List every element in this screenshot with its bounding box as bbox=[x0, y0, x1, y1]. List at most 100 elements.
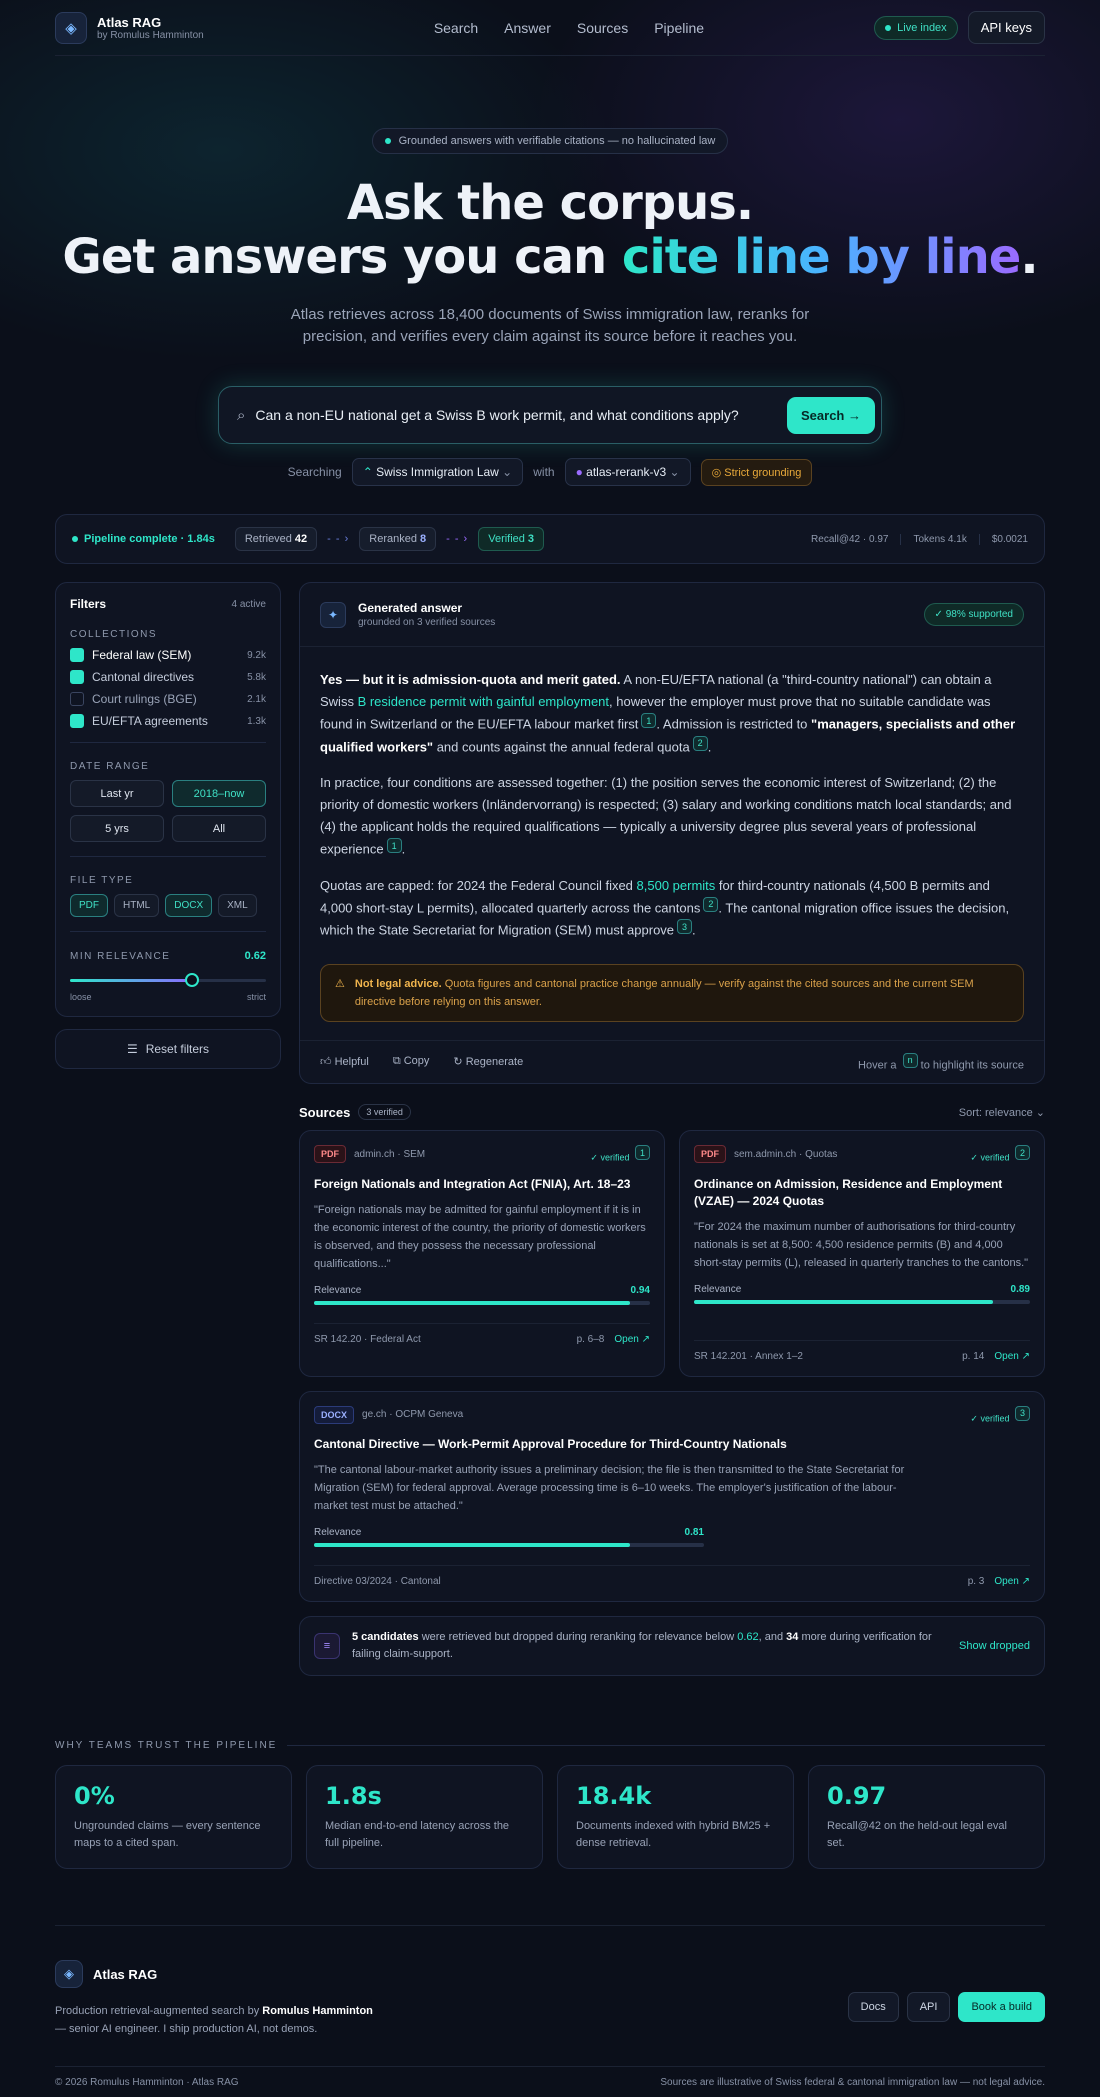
citation-hint: Hover a n to highlight its source bbox=[858, 1052, 1024, 1071]
refresh-icon: ↻ bbox=[453, 1056, 463, 1069]
layers-icon: ◈ bbox=[55, 11, 87, 44]
date-5-years[interactable]: 5 yrs bbox=[70, 815, 164, 842]
nav-link-answer[interactable]: Answer bbox=[504, 20, 551, 36]
verified-badge: ✓ verified 2 bbox=[970, 1145, 1030, 1164]
source-number: 3 bbox=[1015, 1405, 1030, 1421]
docs-button[interactable]: Docs bbox=[847, 1992, 899, 2022]
open-source-link[interactable]: Open ↗ bbox=[614, 1334, 650, 1345]
type-xml[interactable]: XML bbox=[218, 894, 257, 917]
stat-card: 0.97 Recall@42 on the held-out legal eval… bbox=[808, 1765, 1045, 1869]
nav-link-sources[interactable]: Sources bbox=[577, 20, 628, 36]
hero: Grounded answers with verifiable citatio… bbox=[55, 56, 1045, 486]
dropped-threshold: 0.62 bbox=[737, 1631, 759, 1643]
checkbox[interactable] bbox=[70, 648, 84, 662]
source-title: Cantonal Directive — Work-Permit Approva… bbox=[314, 1437, 787, 1451]
collection-eu-efta[interactable]: EU/EFTA agreements 1.3k bbox=[70, 714, 266, 728]
source-number: 1 bbox=[635, 1145, 650, 1160]
citation-2[interactable]: 2 bbox=[692, 735, 708, 751]
source-card[interactable]: PDF admin.ch · SEM ✓ verified 1 Foreign Na… bbox=[299, 1130, 665, 1377]
collection-federal[interactable]: Federal law (SEM) 9.2k bbox=[70, 648, 266, 662]
slider-handle[interactable] bbox=[184, 973, 199, 987]
tag-dot-icon bbox=[384, 138, 391, 144]
file-type-badge: PDF bbox=[694, 1145, 726, 1164]
citation-1[interactable]: 1 bbox=[386, 838, 402, 853]
relevance-label: Relevance bbox=[314, 1527, 362, 1538]
relevance-value: 0.81 bbox=[684, 1527, 704, 1538]
type-html[interactable]: HTML bbox=[114, 894, 160, 917]
answer-subtitle: grounded on 3 verified sources bbox=[358, 617, 496, 628]
copy-button[interactable]: ⧉ Copy bbox=[393, 1055, 430, 1068]
checkbox[interactable] bbox=[70, 692, 84, 706]
min-relevance-label: MIN RELEVANCE bbox=[70, 950, 171, 962]
relevance-slider[interactable] bbox=[70, 972, 266, 988]
open-source-link[interactable]: Open ↗ bbox=[994, 1351, 1030, 1362]
date-last-year[interactable]: Last yr bbox=[70, 780, 164, 807]
collection-icon: ⌃ bbox=[362, 465, 373, 479]
trust-title: WHY TEAMS TRUST THE PIPELINE bbox=[55, 1740, 278, 1751]
source-quote: "For 2024 the maximum number of authoris… bbox=[694, 1220, 1029, 1269]
relevance-bar-fill bbox=[314, 1543, 630, 1547]
footer-description: Production retrieval-augmented search by… bbox=[55, 2002, 385, 2038]
helpful-label: Helpful bbox=[334, 1056, 369, 1069]
book-build-button[interactable]: Book a build bbox=[958, 1992, 1045, 2022]
status-dot-icon bbox=[72, 536, 78, 542]
type-docx[interactable]: DOCX bbox=[165, 894, 213, 917]
search-button[interactable]: Search → bbox=[787, 396, 875, 434]
brand[interactable]: ◈ Atlas RAG by Romulus Hamminton bbox=[55, 11, 204, 44]
collection-select[interactable]: ⌃ Swiss Immigration Law ⌄ bbox=[351, 458, 524, 486]
citation-2[interactable]: 2 bbox=[703, 896, 719, 912]
footer-author: Romulus Hamminton bbox=[262, 2005, 373, 2017]
open-source-link[interactable]: Open ↗ bbox=[994, 1576, 1030, 1587]
checkbox[interactable] bbox=[70, 670, 84, 684]
stat-number: 18.4k bbox=[576, 1782, 652, 1810]
collection-court[interactable]: Court rulings (BGE) 2.1k bbox=[70, 692, 266, 706]
stage-label: Verified bbox=[488, 533, 525, 545]
citation-3[interactable]: 3 bbox=[677, 919, 693, 934]
relevance-bar-fill bbox=[694, 1299, 994, 1304]
search-bar[interactable]: ⌕ Can a non-EU national get a Swiss B wo… bbox=[218, 386, 882, 444]
dashed-arrow-icon: - - › bbox=[446, 533, 469, 545]
type-pdf[interactable]: PDF bbox=[70, 894, 108, 917]
verified-badge: ✓ verified 3 bbox=[970, 1405, 1030, 1425]
source-card[interactable]: DOCX ge.ch · OCPM Geneva ✓ verified 3 Cant… bbox=[299, 1390, 1045, 1602]
disclaimer: Sources are illustrative of Swiss federa… bbox=[660, 2077, 1045, 2088]
collection-count: 1.3k bbox=[247, 715, 266, 727]
support-value: 98% supported bbox=[945, 609, 1013, 620]
nav-link-search[interactable]: Search bbox=[434, 20, 478, 36]
date-all[interactable]: All bbox=[172, 815, 266, 842]
source-card[interactable]: PDF sem.admin.ch · Quotas ✓ verified 2 Ord… bbox=[679, 1130, 1045, 1377]
model-select[interactable]: ● atlas-rerank-v3 ⌄ bbox=[564, 458, 691, 486]
source-page: p. 6–8 bbox=[576, 1333, 605, 1345]
helpful-button[interactable]: 👍︎ Helpful bbox=[320, 1055, 369, 1068]
strict-grounding-toggle[interactable]: ◎ Strict grounding bbox=[700, 458, 813, 486]
status-dot-icon bbox=[885, 24, 892, 31]
citation-1[interactable]: 1 bbox=[641, 713, 657, 728]
footer-bottom: © 2026 Romulus Hamminton · Atlas RAG Sou… bbox=[55, 2066, 1045, 2088]
stat-number: 0.97 bbox=[827, 1782, 887, 1810]
source-quote: "The cantonal labour-market authority is… bbox=[314, 1464, 905, 1512]
date-2018-now[interactable]: 2018–now bbox=[172, 780, 266, 807]
stage-count: 8 bbox=[419, 533, 427, 545]
answer-paragraph: In practice, four conditions are assesse… bbox=[320, 775, 1012, 857]
regenerate-button[interactable]: ↻ Regenerate bbox=[453, 1055, 523, 1068]
top-nav: ◈ Atlas RAG by Romulus Hamminton Search … bbox=[55, 0, 1045, 56]
stat-card: 1.8s Median end-to-end latency across the… bbox=[306, 1765, 543, 1869]
answer-body: Yes — but it is admission-quota and meri… bbox=[300, 647, 1044, 960]
collection-cantonal[interactable]: Cantonal directives 5.8k bbox=[70, 670, 266, 684]
source-page: p. 3 bbox=[967, 1576, 985, 1587]
source-title: Ordinance on Admission, Residence and Em… bbox=[694, 1176, 1003, 1208]
collection-count: 9.2k bbox=[247, 649, 266, 661]
source-origin: ge.ch · OCPM Geneva bbox=[362, 1409, 464, 1421]
relevance-bar-fill bbox=[314, 1300, 630, 1305]
show-dropped-button[interactable]: Show dropped bbox=[959, 1638, 1030, 1655]
api-keys-button[interactable]: API keys bbox=[967, 11, 1045, 44]
source-origin: admin.ch · SEM bbox=[354, 1148, 426, 1160]
search-input[interactable]: Can a non-EU national get a Swiss B work… bbox=[255, 407, 777, 423]
reset-filters-button[interactable]: ☰ Reset filters bbox=[55, 1029, 281, 1069]
source-title: Foreign Nationals and Integration Act (F… bbox=[314, 1176, 631, 1191]
api-button[interactable]: API bbox=[906, 1992, 951, 2022]
collection-value: Swiss Immigration Law bbox=[376, 465, 499, 479]
sort-select[interactable]: Sort: relevance ⌄ bbox=[959, 1106, 1045, 1119]
nav-link-pipeline[interactable]: Pipeline bbox=[654, 20, 704, 36]
checkbox[interactable] bbox=[70, 714, 84, 728]
